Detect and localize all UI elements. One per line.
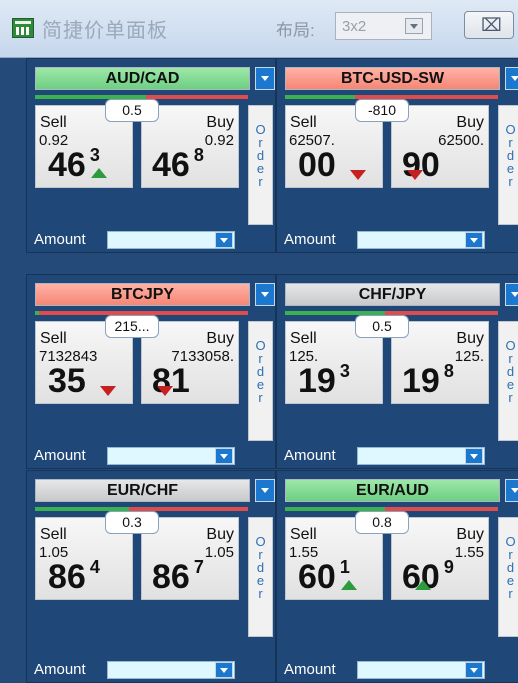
order-button[interactable]: Order xyxy=(498,321,518,441)
layout-select[interactable]: 3x2 xyxy=(335,12,432,40)
trading-panel-icon xyxy=(12,18,34,38)
pair-selector[interactable]: AUD/CAD xyxy=(35,67,250,90)
sell-label: Sell xyxy=(290,114,317,131)
sell-price-main: 46 3 xyxy=(48,145,100,184)
title-bar: 简捷价单面板 布局: 3x2 ⌧ xyxy=(0,0,518,58)
order-label-letter: r xyxy=(508,390,513,405)
buy-down-arrow-icon xyxy=(407,170,423,180)
amount-label: Amount xyxy=(284,447,336,464)
pair-selector[interactable]: CHF/JPY xyxy=(285,283,500,306)
order-button[interactable]: Order xyxy=(498,517,518,637)
sell-label: Sell xyxy=(40,114,67,131)
pair-dropdown-icon[interactable] xyxy=(255,67,275,90)
order-button[interactable]: Order xyxy=(498,105,518,225)
amount-label: Amount xyxy=(284,661,336,678)
order-label-letter: r xyxy=(258,174,263,189)
buy-label: Buy xyxy=(206,114,234,131)
sell-label: Sell xyxy=(40,330,67,347)
buy-price-main: 46 8 xyxy=(152,145,204,184)
buy-ratio-fill xyxy=(285,95,356,99)
pair-dropdown-icon[interactable] xyxy=(505,283,518,306)
pair-selector[interactable]: EUR/AUD xyxy=(285,479,500,502)
sell-price-main: 19 3 xyxy=(298,361,350,400)
amount-label: Amount xyxy=(34,661,86,678)
close-icon: ⌧ xyxy=(481,15,502,35)
layout-value: 3x2 xyxy=(342,18,367,35)
pair-dropdown-icon[interactable] xyxy=(505,67,518,90)
quick-trade-window: 简捷价单面板 布局: 3x2 ⌧ AUD/CAD Sell 0.92 46 3 B… xyxy=(0,0,518,683)
buy-up-arrow-icon xyxy=(415,580,431,590)
buy-label: Buy xyxy=(456,330,484,347)
pair-dropdown-icon[interactable] xyxy=(255,283,275,306)
pair-dropdown-icon[interactable] xyxy=(505,479,518,502)
buy-price-main: 86 7 xyxy=(152,557,204,596)
currency-pair-panel: BTC-USD-SW Sell 62507. 00 Buy 62500. 90 … xyxy=(276,58,518,253)
amount-dropdown-icon[interactable] xyxy=(465,662,483,678)
buy-label: Buy xyxy=(456,526,484,543)
amount-dropdown-icon[interactable] xyxy=(215,662,233,678)
sell-up-arrow-icon xyxy=(91,168,107,178)
sell-price-main: 35 xyxy=(48,362,86,400)
pair-selector[interactable]: EUR/CHF xyxy=(35,479,250,502)
order-button[interactable]: Order xyxy=(248,105,273,225)
pair-dropdown-icon[interactable] xyxy=(255,479,275,502)
order-label-letter: r xyxy=(508,586,513,601)
spread-value: 0.8 xyxy=(355,511,409,534)
order-label-letter: r xyxy=(508,174,513,189)
currency-pair-panel: BTCJPY Sell 7132843 35 Buy 7133058. 81 2… xyxy=(26,274,276,469)
amount-dropdown-icon[interactable] xyxy=(465,232,483,248)
amount-label: Amount xyxy=(34,447,86,464)
amount-label: Amount xyxy=(34,231,86,248)
sell-label: Sell xyxy=(40,526,67,543)
buy-label: Buy xyxy=(206,330,234,347)
order-label-letter: r xyxy=(258,390,263,405)
order-button[interactable]: Order xyxy=(248,517,273,637)
spread-value: -810 xyxy=(355,99,409,122)
pair-selector[interactable]: BTCJPY xyxy=(35,283,250,306)
buy-price-prefix: 125. xyxy=(454,348,484,365)
currency-pair-panel: EUR/CHF Sell 1.05 86 4 Buy 1.05 86 7 0.3 O… xyxy=(26,470,276,683)
sell-down-arrow-icon xyxy=(350,170,366,180)
close-button[interactable]: ⌧ xyxy=(464,11,514,39)
buy-label: Buy xyxy=(206,526,234,543)
buy-label: Buy xyxy=(456,114,484,131)
buy-price-main: 60 9 xyxy=(402,557,454,596)
sell-price-main: 60 1 xyxy=(298,557,350,596)
buy-price-main: 19 8 xyxy=(402,361,454,400)
sell-down-arrow-icon xyxy=(100,386,116,396)
sell-price-main: 00 xyxy=(298,146,336,184)
spread-value: 0.5 xyxy=(105,99,159,122)
amount-dropdown-icon[interactable] xyxy=(215,448,233,464)
window-title: 简捷价单面板 xyxy=(42,20,168,42)
spread-value: 0.5 xyxy=(355,315,409,338)
order-label-letter: r xyxy=(258,586,263,601)
buy-ratio-fill xyxy=(35,311,40,315)
buy-price-prefix: 1.55 xyxy=(454,544,484,561)
currency-pair-panel: CHF/JPY Sell 125. 19 3 Buy 125. 19 8 0.5 O… xyxy=(276,274,518,469)
buy-down-arrow-icon xyxy=(157,386,173,396)
order-button[interactable]: Order xyxy=(248,321,273,441)
sell-price-main: 86 4 xyxy=(48,557,100,596)
sell-up-arrow-icon xyxy=(341,580,357,590)
layout-label: 布局: xyxy=(276,21,315,40)
buy-price-prefix: 0.92 xyxy=(204,132,234,149)
amount-label: Amount xyxy=(284,231,336,248)
pair-selector[interactable]: BTC-USD-SW xyxy=(285,67,500,90)
amount-dropdown-icon[interactable] xyxy=(215,232,233,248)
buy-price-prefix: 1.05 xyxy=(204,544,234,561)
layout-dropdown-icon[interactable] xyxy=(405,18,423,34)
currency-pair-panel: EUR/AUD Sell 1.55 60 1 Buy 1.55 60 9 0.8 O… xyxy=(276,470,518,683)
sell-label: Sell xyxy=(290,526,317,543)
spread-value: 215... xyxy=(105,315,159,338)
amount-dropdown-icon[interactable] xyxy=(465,448,483,464)
currency-pair-panel: AUD/CAD Sell 0.92 46 3 Buy 0.92 46 8 0.5 O… xyxy=(26,58,276,253)
sell-label: Sell xyxy=(290,330,317,347)
spread-value: 0.3 xyxy=(105,511,159,534)
buy-price-prefix: 62500. xyxy=(438,132,484,149)
